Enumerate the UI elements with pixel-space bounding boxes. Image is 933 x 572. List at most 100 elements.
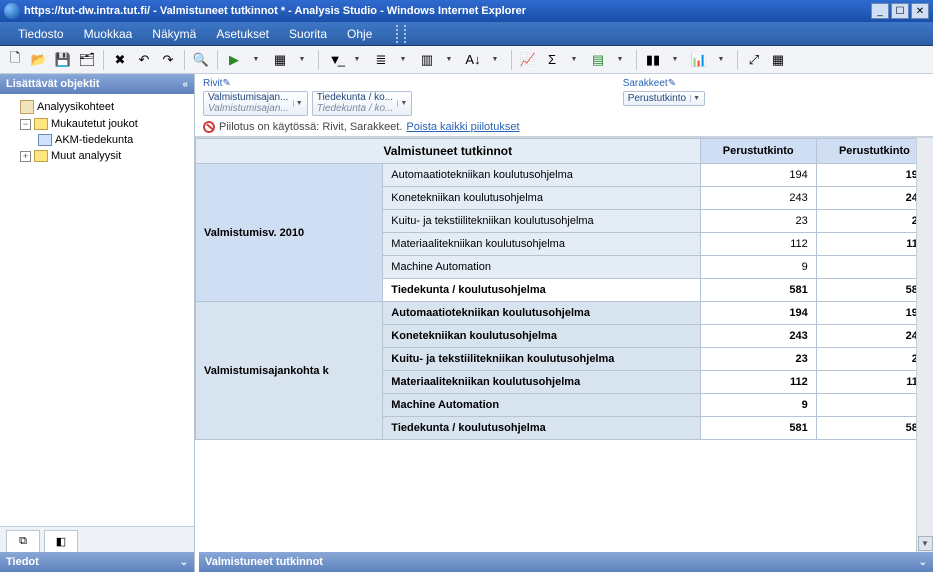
menu-ohje[interactable]: Ohje [337,23,382,45]
save-icon[interactable]: 💾 [52,49,74,71]
cell[interactable]: 581 [700,417,816,440]
tab-package[interactable]: ◧ [44,530,78,552]
tree-sets[interactable]: − Mukautetut joukot [4,116,190,132]
row-label[interactable]: Machine Automation [383,256,700,279]
bottom-main-header[interactable]: Valmistuneet tutkinnot ⌄ [199,552,933,572]
row-label[interactable]: Automaatiotekniikan koulutusohjelma [383,302,700,325]
maximize-button[interactable]: ☐ [891,3,909,19]
topbottom-dd[interactable]: ▼ [392,49,414,71]
run-dd[interactable]: ▼ [245,49,267,71]
undo-icon[interactable]: ↶ [133,49,155,71]
row-sum-label[interactable]: Tiedekunta / koulutusohjelma [383,279,700,302]
menu-drag-handle[interactable] [396,25,406,43]
tree-other[interactable]: + Muut analyysit [4,148,190,164]
cell[interactable]: 23 [700,348,816,371]
cell[interactable]: 112 [700,233,816,256]
suppress-warning-icon [203,121,215,133]
expand-icon[interactable]: + [20,151,31,162]
sort-icon[interactable]: A↓ [462,49,484,71]
row-label[interactable]: Konetekniikan koulutusohjelma [383,325,700,348]
cols-pill-1[interactable]: Perustutkinto ▼ [623,91,705,106]
run-icon[interactable]: ▶ [223,49,245,71]
rows-label[interactable]: Rivit✎ [203,78,231,89]
cell[interactable]: 243 [700,325,816,348]
cell[interactable]: 194 [700,302,816,325]
row-group-2[interactable]: Valmistumisajankohta k [196,302,383,440]
minimize-button[interactable]: _ [871,3,889,19]
collapse-icon[interactable]: − [20,119,31,130]
col-header-1[interactable]: Perustutkinto [700,139,816,164]
row-label[interactable]: Automaatiotekniikan koulutusohjelma [383,164,700,187]
cell[interactable]: 243 [700,187,816,210]
chevron-down-icon[interactable]: ▼ [397,100,409,107]
row-group-1[interactable]: Valmistumisv. 2010 [196,164,383,302]
rows-pill-1[interactable]: Valmistumisajan...Valmistumisajan... ▼ [203,91,308,116]
cell[interactable]: 581 [700,279,816,302]
close-button[interactable]: ✕ [911,3,929,19]
tree: Analyysikohteet − Mukautetut joukot AKM-… [0,94,194,526]
save-as-icon[interactable]: 🗂 [76,49,98,71]
cell[interactable]: 9 [700,256,816,279]
cut-icon[interactable]: ✖ [109,49,131,71]
sort-dd[interactable]: ▼ [484,49,506,71]
cell[interactable]: 194 [700,164,816,187]
layout-dd[interactable]: ▼ [291,49,313,71]
tree-set-akm[interactable]: AKM-tiedekunta [4,132,190,148]
redo-icon[interactable]: ↷ [157,49,179,71]
tiedot-panel-header[interactable]: Tiedot ⌄ [0,552,194,572]
menu-asetukset[interactable]: Asetukset [206,23,279,45]
cell[interactable]: 112 [700,371,816,394]
subtotal-dd[interactable]: ▼ [609,49,631,71]
cell[interactable]: 23 [700,210,816,233]
open-icon[interactable]: 📂 [28,49,50,71]
tree-root[interactable]: Analyysikohteet [4,98,190,116]
calc-icon[interactable]: 📈 [517,49,539,71]
tree-set-akm-label: AKM-tiedekunta [55,134,133,146]
row-label[interactable]: Konetekniikan koulutusohjelma [383,187,700,210]
menu-bar: Tiedosto Muokkaa Näkymä Asetukset Suorit… [0,22,933,46]
chartbar-dd[interactable]: ▼ [664,49,686,71]
chevron-down-icon[interactable]: ▼ [293,100,305,107]
remove-hidden-link[interactable]: Poista kaikki piilotukset [406,121,519,133]
row-sum-label[interactable]: Tiedekunta / koulutusohjelma [383,417,700,440]
vertical-scrollbar[interactable]: ▼ [916,138,933,552]
menu-nakyma[interactable]: Näkymä [142,23,206,45]
row-label[interactable]: Machine Automation [383,394,700,417]
menu-suorita[interactable]: Suorita [279,23,337,45]
row-label[interactable]: Kuitu- ja tekstiilitekniikan koulutusohj… [383,210,700,233]
rows-pill-2[interactable]: Tiedekunta / ko...Tiedekunta / ko... ▼ [312,91,413,116]
chart-type-icon[interactable]: 📊 [688,49,710,71]
layout-icon[interactable]: ▦ [269,49,291,71]
filter-icon[interactable]: ▼̲ [324,49,346,71]
filter-dd[interactable]: ▼ [346,49,368,71]
new-icon[interactable]: 🗋 [4,49,26,71]
panel-expand-icon[interactable]: ⌄ [919,557,927,568]
topbottom-icon[interactable]: ≣ [370,49,392,71]
panel-expand-icon[interactable]: ⌄ [180,557,188,568]
folder-icon [34,150,48,162]
data-grid[interactable]: Valmistuneet tutkinnot Perustutkinto Per… [195,137,933,552]
sidebar-header[interactable]: Lisättävät objektit « [0,74,194,94]
expand-icon[interactable]: ⤢ [743,49,765,71]
row-label[interactable]: Kuitu- ja tekstiilitekniikan koulutusohj… [383,348,700,371]
tree-root-label: Analyysikohteet [37,101,114,113]
chart-bar-icon[interactable]: ▮▮ [642,49,664,71]
subtotal-icon[interactable]: ▤ [587,49,609,71]
sum-dd[interactable]: ▼ [563,49,585,71]
options-icon[interactable]: ▦ [767,49,789,71]
tab-source[interactable]: ⧉ [6,530,40,552]
suppress-icon[interactable]: ▥ [416,49,438,71]
cell[interactable]: 9 [700,394,816,417]
menu-muokkaa[interactable]: Muokkaa [74,23,143,45]
sum-icon[interactable]: Σ [541,49,563,71]
row-label[interactable]: Materiaalitekniikan koulutusohjelma [383,233,700,256]
panel-collapse-icon[interactable]: « [182,79,188,90]
menu-tiedosto[interactable]: Tiedosto [8,23,74,45]
cols-label[interactable]: Sarakkeet✎ [623,78,676,89]
chevron-down-icon[interactable]: ▼ [690,95,702,102]
row-label[interactable]: Materiaalitekniikan koulutusohjelma [383,371,700,394]
scroll-down-icon[interactable]: ▼ [918,536,933,551]
charttype-dd[interactable]: ▼ [710,49,732,71]
suppress-dd[interactable]: ▼ [438,49,460,71]
search-icon[interactable]: 🔍 [190,49,212,71]
